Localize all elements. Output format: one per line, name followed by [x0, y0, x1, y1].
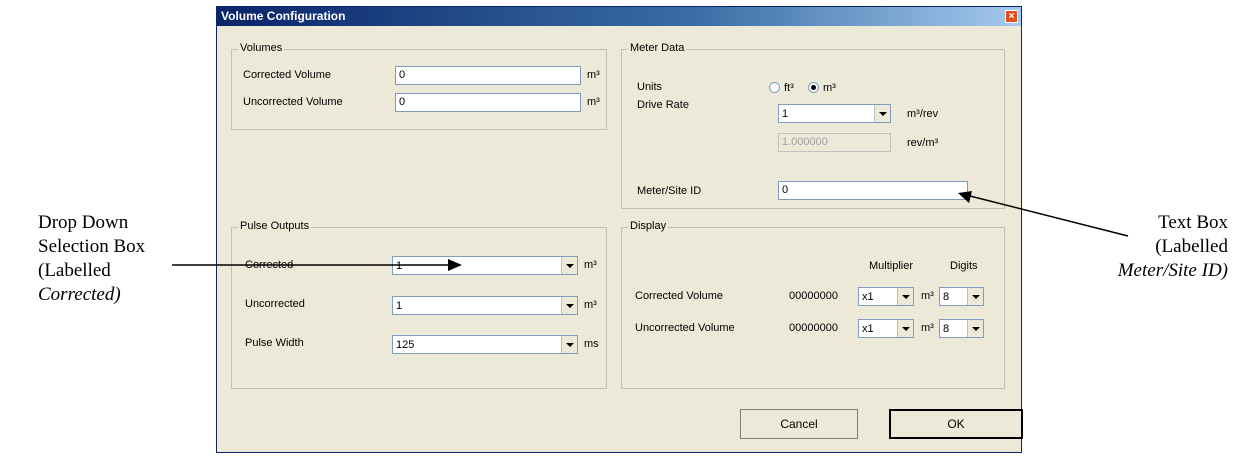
arrow-head-right [958, 191, 972, 203]
arrow-head-left [448, 259, 462, 271]
annotation-arrows [172, 191, 1129, 271]
arrow-line-right [969, 195, 1129, 237]
